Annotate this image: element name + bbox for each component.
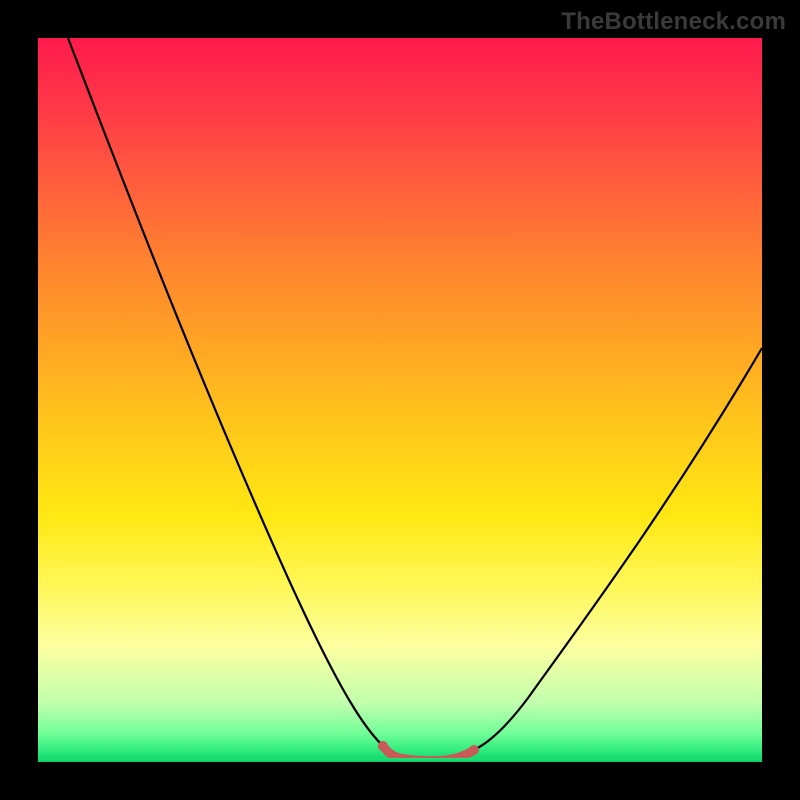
plot-area [38, 38, 762, 762]
curve-svg [38, 38, 762, 762]
watermark-text: TheBottleneck.com [561, 8, 786, 36]
baseline-band [38, 758, 762, 762]
highlight-dot-left [378, 741, 388, 751]
chart-frame: TheBottleneck.com [0, 0, 800, 800]
highlight-dot-right [469, 745, 479, 755]
bottleneck-curve [68, 38, 762, 759]
